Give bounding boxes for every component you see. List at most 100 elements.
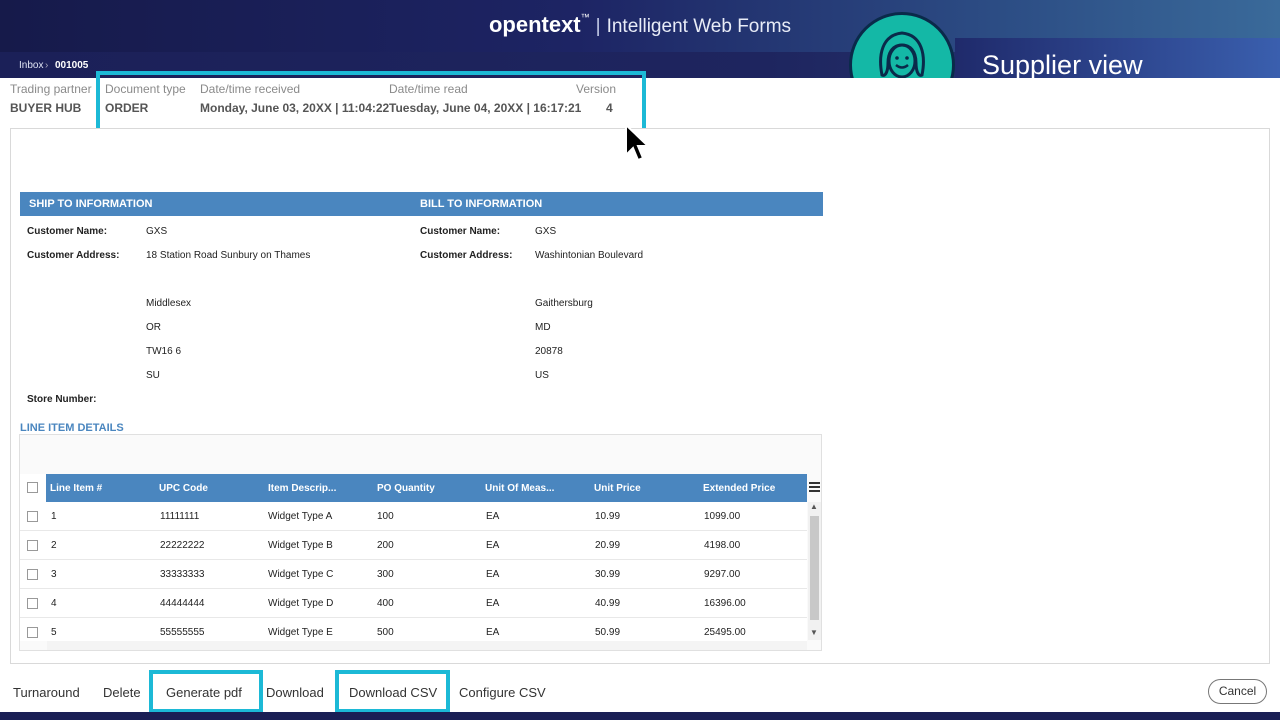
configure-csv-button[interactable]: Configure CSV <box>459 685 546 700</box>
cell-quantity: 100 <box>377 511 394 522</box>
cell-upc: 22222222 <box>160 540 205 551</box>
vertical-scrollbar[interactable]: ▲ ▼ <box>808 502 821 640</box>
cell-unit-price: 30.99 <box>595 569 621 580</box>
ship-address-line: OR <box>146 322 161 333</box>
scroll-up-icon[interactable]: ▲ <box>810 502 818 511</box>
table-row[interactable]: 2 22222222 Widget Type B 200 EA 20.99 41… <box>20 531 807 560</box>
cell-line-item: 1 <box>51 511 57 522</box>
row-checkbox[interactable] <box>27 511 38 522</box>
turnaround-button[interactable]: Turnaround <box>13 685 80 700</box>
bill-address-line: 20878 <box>535 346 563 357</box>
table-row[interactable]: 1 11111111 Widget Type A 100 EA 10.99 10… <box>20 502 807 531</box>
column-header[interactable]: Line Item # <box>50 483 102 494</box>
cell-uom: EA <box>486 627 500 638</box>
cell-upc: 33333333 <box>160 569 205 580</box>
table-row[interactable]: 5 55555555 Widget Type E 500 EA 50.99 25… <box>20 618 807 641</box>
bill-address-line: MD <box>535 322 551 333</box>
delete-button[interactable]: Delete <box>103 685 141 700</box>
cell-line-item: 4 <box>51 598 57 609</box>
cell-description: Widget Type A <box>268 511 333 522</box>
column-header[interactable]: Item Descrip... <box>268 483 336 494</box>
row-checkbox[interactable] <box>27 569 38 580</box>
bill-customer-address-label: Customer Address: <box>420 250 513 261</box>
breadcrumb-inbox[interactable]: Inbox <box>19 60 43 71</box>
cell-uom: EA <box>486 569 500 580</box>
cell-unit-price: 20.99 <box>595 540 621 551</box>
cell-unit-price: 40.99 <box>595 598 621 609</box>
brand: opentext™ | Intelligent Web Forms <box>0 12 1280 38</box>
cell-description: Widget Type D <box>268 598 334 609</box>
bill-to-title: BILL TO INFORMATION <box>420 198 543 210</box>
column-header[interactable]: Unit Of Meas... <box>485 483 554 494</box>
scroll-down-icon[interactable]: ▼ <box>810 628 818 637</box>
cell-description: Widget Type B <box>268 540 333 551</box>
row-checkbox[interactable] <box>27 627 38 638</box>
cell-uom: EA <box>486 511 500 522</box>
cell-description: Widget Type C <box>268 569 334 580</box>
row-checkbox[interactable] <box>27 540 38 551</box>
grid-header: Line Item # UPC Code Item Descrip... PO … <box>46 474 807 502</box>
meta-highlight-box <box>96 71 646 132</box>
bill-customer-name: GXS <box>535 226 557 237</box>
cell-extended-price: 4198.00 <box>704 540 741 551</box>
cell-uom: EA <box>486 540 500 551</box>
cell-quantity: 300 <box>377 569 394 580</box>
cell-description: Widget Type E <box>268 627 333 638</box>
cell-uom: EA <box>486 598 500 609</box>
cell-line-item: 3 <box>51 569 57 580</box>
ship-customer-address: 18 Station Road Sunbury on Thames <box>146 250 311 261</box>
column-header[interactable]: UPC Code <box>159 483 208 494</box>
ship-address-line: TW16 6 <box>146 346 182 357</box>
cell-unit-price: 50.99 <box>595 627 621 638</box>
table-row[interactable]: 4 44444444 Widget Type D 400 EA 40.99 16… <box>20 589 807 618</box>
ship-to-title: SHIP TO INFORMATION <box>29 198 153 210</box>
cell-line-item: 2 <box>51 540 57 551</box>
cell-extended-price: 25495.00 <box>704 627 746 638</box>
table-row[interactable]: 3 33333333 Widget Type C 300 EA 30.99 92… <box>20 560 807 589</box>
generate-pdf-highlight-box <box>149 670 263 713</box>
bill-customer-name-label: Customer Name: <box>420 226 501 237</box>
scrollbar-thumb[interactable] <box>810 516 819 620</box>
cell-extended-price: 9297.00 <box>704 569 741 580</box>
column-header[interactable]: Unit Price <box>594 483 641 494</box>
cell-quantity: 500 <box>377 627 394 638</box>
cell-upc: 11111111 <box>160 511 200 522</box>
trademark: ™ <box>580 12 590 22</box>
download-button[interactable]: Download <box>266 685 324 700</box>
cell-unit-price: 10.99 <box>595 511 621 522</box>
store-number-label: Store Number: <box>27 394 97 405</box>
cell-line-item: 5 <box>51 627 57 638</box>
line-item-details-title: LINE ITEM DETAILS <box>20 422 124 434</box>
ship-customer-name-label: Customer Name: <box>27 226 108 237</box>
column-menu-icon[interactable] <box>809 482 820 492</box>
ship-customer-name: GXS <box>146 226 168 237</box>
select-all-cell <box>20 474 46 502</box>
cell-quantity: 400 <box>377 598 394 609</box>
column-header[interactable]: Extended Price <box>703 483 775 494</box>
address-section-header: SHIP TO INFORMATION BILL TO INFORMATION <box>20 192 823 216</box>
bill-address-line: US <box>535 370 549 381</box>
cell-upc: 55555555 <box>160 627 205 638</box>
cancel-button[interactable]: Cancel <box>1208 679 1267 704</box>
bill-customer-address: Washintonian Boulevard <box>535 250 644 261</box>
brand-separator: | <box>595 16 601 37</box>
cell-quantity: 200 <box>377 540 394 551</box>
trading-partner-label: Trading partner <box>10 82 92 96</box>
ship-customer-address-label: Customer Address: <box>27 250 120 261</box>
ship-address-line: SU <box>146 370 160 381</box>
opentext-logo: opentext <box>488 12 581 37</box>
breadcrumb-document-id: 001005 <box>55 60 89 71</box>
select-all-checkbox[interactable] <box>27 482 38 493</box>
cell-extended-price: 1099.00 <box>704 511 741 522</box>
supplier-view-label: Supplier view <box>982 50 1143 80</box>
ship-address-line: Middlesex <box>146 298 192 309</box>
cell-upc: 44444444 <box>160 598 205 609</box>
mouse-cursor-icon <box>625 123 651 162</box>
column-header[interactable]: PO Quantity <box>377 483 435 494</box>
trading-partner-value: BUYER HUB <box>10 101 82 115</box>
bottom-band <box>0 712 1280 720</box>
row-checkbox[interactable] <box>27 598 38 609</box>
breadcrumb-separator: › <box>45 60 49 71</box>
bill-address-line: Gaithersburg <box>535 298 593 309</box>
horizontal-scrollbar[interactable] <box>47 641 807 650</box>
